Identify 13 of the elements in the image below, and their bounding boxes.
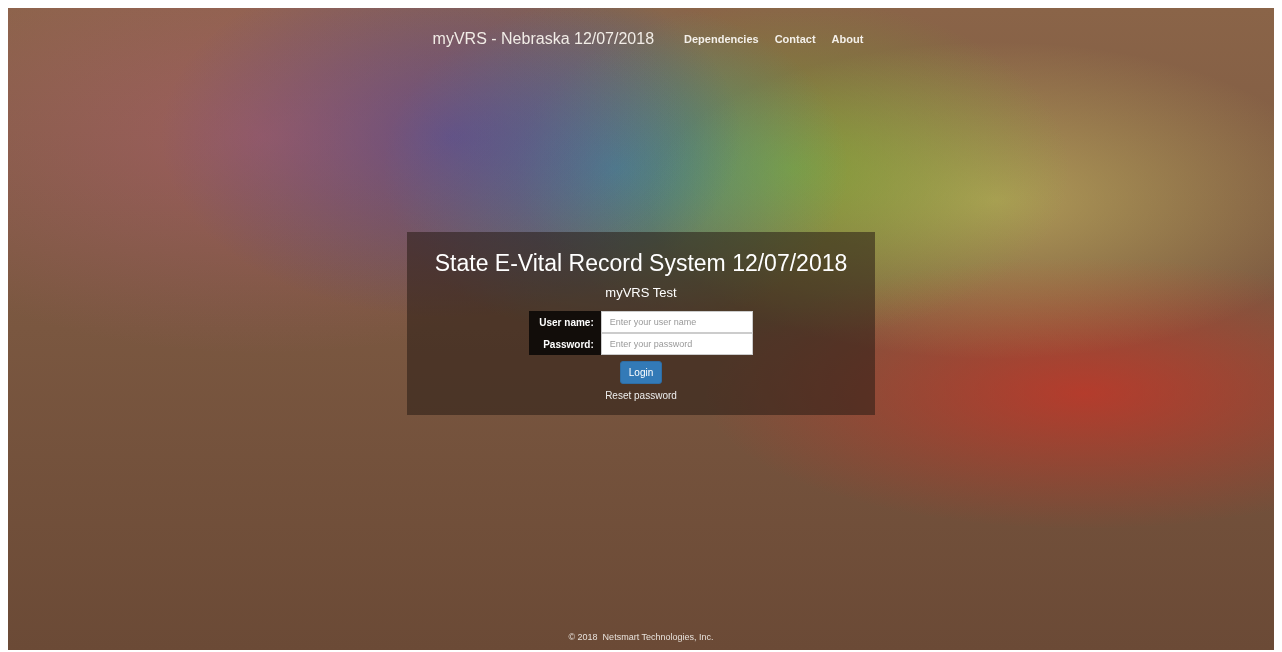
field-label: Password:	[529, 333, 601, 355]
nav-link[interactable]: Contact	[774, 33, 816, 45]
copyright-text: © 2018 Netsmart Technologies, Inc.	[568, 632, 714, 642]
site-title: myVRS - Nebraska 12/07/2018	[432, 30, 655, 48]
nav-link[interactable]: Dependencies	[684, 33, 759, 45]
reset-password-link[interactable]: Reset password	[605, 390, 677, 401]
login-title: State E-Vital Record System 12/07/2018	[434, 250, 848, 277]
field-label: User name:	[529, 311, 601, 333]
input-field[interactable]: Enter your user name	[600, 311, 753, 333]
login-subtitle: myVRS Test	[605, 285, 677, 300]
input-field[interactable]: Enter your password	[600, 333, 753, 355]
login-button[interactable]: Login	[619, 361, 663, 384]
nav-link[interactable]: About	[831, 33, 864, 45]
